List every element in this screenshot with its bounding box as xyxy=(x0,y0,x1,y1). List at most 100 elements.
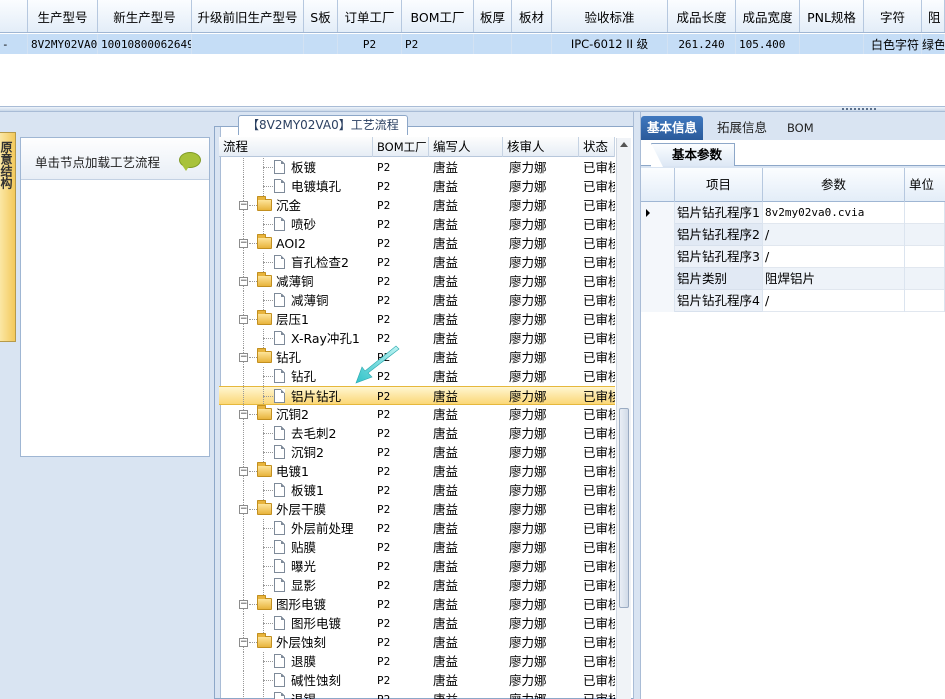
col-header-param[interactable]: 参数 xyxy=(763,168,905,202)
param-item[interactable]: 铝片钻孔程序2 xyxy=(675,224,763,246)
cell-standard[interactable]: IPC-6012 II 级 xyxy=(552,34,668,54)
cell-material[interactable] xyxy=(512,34,552,54)
tab-bom[interactable]: BOM xyxy=(781,116,820,140)
cell-model[interactable]: 8V2MY02VA0 xyxy=(28,34,98,54)
param-unit[interactable] xyxy=(905,268,945,290)
params-row[interactable]: 铝片钻孔程序1 8v2my02va0.cvia xyxy=(641,202,945,224)
tab-extended-info[interactable]: 拓展信息 xyxy=(711,116,773,140)
param-unit[interactable] xyxy=(905,290,945,312)
cell-pnl[interactable] xyxy=(800,34,864,54)
tree-node-group[interactable]: − 减薄铜 P2 唐益 廖力娜 已审核 xyxy=(219,272,615,291)
param-item[interactable]: 铝片钻孔程序1 xyxy=(675,202,763,224)
tree-node-step[interactable]: 图形电镀 P2 唐益 廖力娜 已审核 xyxy=(219,614,615,633)
collapse-toggle-icon[interactable]: − xyxy=(239,638,248,647)
cell-bom-factory[interactable]: P2 xyxy=(402,34,474,54)
tree-node-step[interactable]: 碱性蚀刻 P2 唐益 廖力娜 已审核 xyxy=(219,671,615,690)
col-header-bom-factory[interactable]: BOM工厂 xyxy=(373,137,429,157)
col-header-pnl[interactable]: PNL规格 xyxy=(800,0,864,32)
vertical-splitter[interactable] xyxy=(633,112,641,699)
col-header-bom-factory[interactable]: BOM工厂 xyxy=(402,0,474,32)
tree-node-group[interactable]: − 图形电镀 P2 唐益 廖力娜 已审核 xyxy=(219,595,615,614)
col-header-flow[interactable]: 流程 xyxy=(219,137,373,157)
tab-basic-info[interactable]: 基本信息 xyxy=(641,116,704,140)
params-row[interactable]: 铝片钻孔程序3/ xyxy=(641,246,945,268)
col-header-thickness[interactable]: 板厚 xyxy=(474,0,512,32)
tree-node-group[interactable]: −钻孔P2唐益廖力娜已审核 xyxy=(219,348,615,367)
params-row[interactable]: 铝片钻孔程序4/ xyxy=(641,290,945,312)
tree-node-step[interactable]: 盲孔检查2 P2 唐益 廖力娜 已审核 xyxy=(219,253,615,272)
collapse-toggle-icon[interactable]: − xyxy=(239,600,248,609)
tree-node-step[interactable]: 退膜 P2 唐益 廖力娜 已审核 xyxy=(219,652,615,671)
col-header-model[interactable]: 生产型号 xyxy=(28,0,98,32)
param-value[interactable]: / xyxy=(763,224,905,246)
tree-node-step[interactable]: 曝光 P2 唐益 廖力娜 已审核 xyxy=(219,557,615,576)
tree-node-group[interactable]: − 外层蚀刻 P2 唐益 廖力娜 已审核 xyxy=(219,633,615,652)
tree-node-step[interactable]: 减薄铜 P2 唐益 廖力娜 已审核 xyxy=(219,291,615,310)
param-item[interactable]: 铝片类别 xyxy=(675,268,763,290)
tree-node-group[interactable]: − 外层干膜 P2 唐益 廖力娜 已审核 xyxy=(219,500,615,519)
tree-node-group[interactable]: − 沉金 P2 唐益 廖力娜 已审核 xyxy=(219,196,615,215)
tree-node-step[interactable]: 外层前处理 P2 唐益 廖力娜 已审核 xyxy=(219,519,615,538)
col-header-order-factory[interactable]: 订单工厂 xyxy=(338,0,402,32)
collapse-toggle-icon[interactable]: − xyxy=(239,505,248,514)
param-unit[interactable] xyxy=(905,202,945,224)
col-header-reviewer[interactable]: 核审人 xyxy=(503,137,579,157)
tree-node-step[interactable]: 喷砂 P2 唐益 廖力娜 已审核 xyxy=(219,215,615,234)
tree-node-group[interactable]: − 层压1 P2 唐益 廖力娜 已审核 xyxy=(219,310,615,329)
param-value[interactable]: 8v2my02va0.cvia xyxy=(763,202,905,224)
collapse-toggle-icon[interactable]: − xyxy=(239,201,248,210)
col-header-width[interactable]: 成品宽度 xyxy=(736,0,800,32)
col-header-unit[interactable]: 单位 xyxy=(905,168,945,202)
collapse-toggle-icon[interactable]: − xyxy=(239,277,248,286)
collapse-toggle-icon[interactable]: − xyxy=(239,239,248,248)
scrollbar-thumb[interactable] xyxy=(619,408,629,608)
collapse-toggle-icon[interactable]: − xyxy=(239,467,248,476)
row-indicator[interactable] xyxy=(641,224,675,246)
collapse-toggle-icon[interactable]: − xyxy=(239,410,248,419)
tree-node-step[interactable]: 钻孔 P2 唐益 廖力娜 已审核 xyxy=(219,367,615,386)
tree-node-group[interactable]: − 电镀1 P2 唐益 廖力娜 已审核 xyxy=(219,462,615,481)
col-header-new-model[interactable]: 新生产型号 xyxy=(98,0,192,32)
tree-node-step[interactable]: 贴膜 P2 唐益 廖力娜 已审核 xyxy=(219,538,615,557)
tree-node-step[interactable]: 去毛刺2 P2 唐益 廖力娜 已审核 xyxy=(219,424,615,443)
col-header-char[interactable]: 字符 xyxy=(864,0,922,32)
cell-solder[interactable]: 绿色 xyxy=(922,34,945,54)
tree-node-step[interactable]: 退锡 P2 唐益廖力娜已审核 xyxy=(219,690,615,699)
process-tree[interactable]: 板镀 P2 唐益 廖力娜 已审核 电镀填孔 P2 唐益 廖力娜 已审核 − 沉金 P2 唐益 廖力娜 已审核喷… xyxy=(219,158,615,699)
param-value[interactable]: 阻焊铝片 xyxy=(763,268,905,290)
row-indicator[interactable] xyxy=(641,202,675,224)
row-indicator[interactable] xyxy=(641,290,675,312)
cell-s-board[interactable] xyxy=(304,34,338,54)
tree-node-step[interactable]: 电镀填孔 P2 唐益 廖力娜 已审核 xyxy=(219,177,615,196)
param-item[interactable]: 铝片钻孔程序3 xyxy=(675,246,763,268)
scroll-up-arrow-icon[interactable] xyxy=(620,142,628,147)
cell-width[interactable]: 105.400 xyxy=(736,34,800,54)
param-unit[interactable] xyxy=(905,224,945,246)
param-item[interactable]: 铝片钻孔程序4 xyxy=(675,290,763,312)
col-header-old-model[interactable]: 升级前旧生产型号 xyxy=(192,0,304,32)
collapse-toggle-icon[interactable]: − xyxy=(239,315,248,324)
cell-thickness[interactable] xyxy=(474,34,512,54)
tree-node-step[interactable]: 板镀1 P2 唐益 廖力娜 已审核 xyxy=(219,481,615,500)
param-unit[interactable] xyxy=(905,246,945,268)
tree-node-step[interactable]: 显影 P2 唐益 廖力娜 已审核 xyxy=(219,576,615,595)
tree-node-step[interactable]: 铝片钻孔 P2 唐益 廖力娜 已审核 xyxy=(219,386,615,406)
cell-new-model[interactable]: 10010800062649 xyxy=(98,34,192,54)
col-header-item[interactable]: 项目 xyxy=(675,168,763,202)
params-row[interactable]: 铝片类别 阻焊铝片 xyxy=(641,268,945,290)
process-tree-scrollbar[interactable] xyxy=(616,138,631,699)
tree-node-step[interactable]: 沉铜2 P2 唐益 廖力娜 已审核 xyxy=(219,443,615,462)
collapse-toggle-icon[interactable]: − xyxy=(239,353,248,362)
col-header-solder[interactable]: 阻 xyxy=(922,0,945,32)
col-header-length[interactable]: 成品长度 xyxy=(668,0,736,32)
row-indicator[interactable] xyxy=(641,268,675,290)
param-value[interactable]: / xyxy=(763,290,905,312)
cell-order-factory[interactable]: P2 xyxy=(338,34,402,54)
col-header-status[interactable]: 状态 xyxy=(579,137,615,157)
col-header-writer[interactable]: 编写人 xyxy=(429,137,503,157)
cell-old-model[interactable] xyxy=(192,34,304,54)
col-header-s-board[interactable]: S板 xyxy=(304,0,338,32)
params-row[interactable]: 铝片钻孔程序2/ xyxy=(641,224,945,246)
col-header-standard[interactable]: 验收标准 xyxy=(552,0,668,32)
structure-side-tab[interactable]: 原意结构 xyxy=(0,132,16,342)
